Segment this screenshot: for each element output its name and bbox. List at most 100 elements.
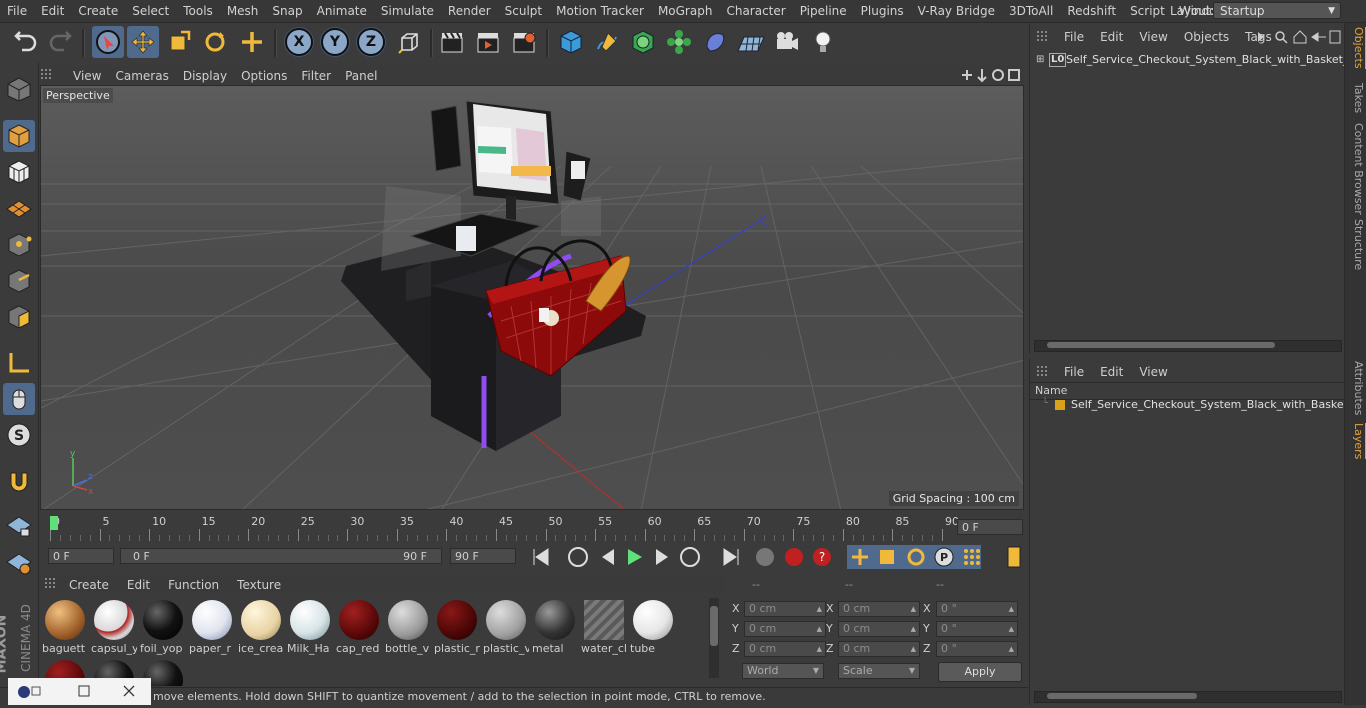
menu-item-8[interactable]: Simulate xyxy=(374,0,441,22)
material-menu-item-0[interactable]: Create xyxy=(60,578,118,592)
object-menu-item-0[interactable]: File xyxy=(1056,30,1092,44)
viewport-menu-item-3[interactable]: Options xyxy=(234,69,294,83)
playhead-marker[interactable] xyxy=(50,516,58,530)
stepper-icon[interactable]: ▲ xyxy=(911,602,916,616)
object-menu-item-3[interactable]: Objects xyxy=(1176,30,1237,44)
model-mode-button[interactable] xyxy=(3,120,35,152)
menu-item-11[interactable]: Motion Tracker xyxy=(549,0,651,22)
snap-magnet-button[interactable] xyxy=(3,466,35,498)
coord-field[interactable]: 0 cm ▲ xyxy=(838,621,920,637)
texture-mode-button[interactable] xyxy=(3,156,35,188)
stepper-icon[interactable]: ▲ xyxy=(1009,622,1014,636)
material-swatch[interactable]: foil_yop xyxy=(140,598,186,656)
menu-item-17[interactable]: 3DToAll xyxy=(1002,0,1060,22)
camera-button[interactable] xyxy=(771,26,803,58)
polygons-mode-button[interactable] xyxy=(3,301,35,333)
menu-item-9[interactable]: Render xyxy=(441,0,498,22)
stepper-icon[interactable]: ▲ xyxy=(1009,642,1014,656)
floor-button[interactable] xyxy=(735,26,767,58)
timeline-ruler[interactable]: 051015202530354045505560657075808590 0 F xyxy=(40,513,1024,541)
layer-color-swatch[interactable] xyxy=(1055,400,1065,410)
material-menu-item-2[interactable]: Function xyxy=(159,578,228,592)
material-swatch[interactable]: baguett xyxy=(42,598,88,656)
object-row[interactable]: ⊞ L0 Self_Service_Checkout_System_Black_… xyxy=(1034,53,1344,69)
side-tab-1[interactable]: Takes xyxy=(1347,83,1365,113)
side-tab-2[interactable]: Content Browser xyxy=(1347,123,1365,215)
menu-item-3[interactable]: Select xyxy=(125,0,176,22)
menu-item-1[interactable]: Edit xyxy=(34,0,71,22)
coord-field[interactable]: 0 cm ▲ xyxy=(744,601,826,617)
layer-menu-item-2[interactable]: View xyxy=(1131,365,1175,379)
viewport-menu-item-5[interactable]: Panel xyxy=(338,69,384,83)
menu-item-14[interactable]: Pipeline xyxy=(793,0,854,22)
stepper-icon[interactable]: ▲ xyxy=(911,622,916,636)
menu-item-0[interactable]: File xyxy=(0,0,34,22)
expand-icon[interactable]: ⊞ xyxy=(1036,54,1044,65)
object-menu-item-1[interactable]: Edit xyxy=(1092,30,1131,44)
move-tool-button[interactable] xyxy=(127,26,159,58)
live-selection-button[interactable] xyxy=(92,26,124,58)
viewport-menu-item-1[interactable]: Cameras xyxy=(108,69,175,83)
menu-item-16[interactable]: V-Ray Bridge xyxy=(911,0,1002,22)
stepper-icon[interactable]: ▲ xyxy=(817,642,822,656)
tweak-mode-button[interactable] xyxy=(3,383,35,415)
cloner-button[interactable] xyxy=(663,26,695,58)
undo-button[interactable] xyxy=(10,26,42,58)
menu-item-18[interactable]: Redshift xyxy=(1060,0,1123,22)
coordinate-system-button[interactable] xyxy=(393,26,425,58)
material-swatch[interactable]: plastic_r xyxy=(434,598,480,656)
coord-field[interactable]: 0 ° ▲ xyxy=(936,601,1018,617)
stepper-icon[interactable]: ▲ xyxy=(817,602,822,616)
material-swatch[interactable]: water_cl xyxy=(581,598,627,656)
coord-field[interactable]: 0 cm ▲ xyxy=(838,601,920,617)
menu-item-15[interactable]: Plugins xyxy=(854,0,911,22)
side-tab-3[interactable]: Structure xyxy=(1347,219,1365,270)
material-swatch[interactable]: Milk_Ha xyxy=(287,598,333,656)
cube-primitive-button[interactable] xyxy=(555,26,587,58)
viewport-menu-item-2[interactable]: Display xyxy=(176,69,234,83)
apply-button[interactable]: Apply xyxy=(938,662,1022,682)
viewport-menu-item-4[interactable]: Filter xyxy=(294,69,338,83)
snap-mode-button[interactable]: S xyxy=(3,419,35,451)
start-frame-field[interactable]: 0 F xyxy=(48,548,114,564)
stepper-icon[interactable]: ▲ xyxy=(1009,602,1014,616)
menu-item-7[interactable]: Animate xyxy=(310,0,374,22)
material-menu-item-3[interactable]: Texture xyxy=(228,578,290,592)
layout-dropdown[interactable]: Startup ▼ xyxy=(1213,2,1341,19)
menu-item-12[interactable]: MoGraph xyxy=(651,0,720,22)
workplane-mode-button[interactable] xyxy=(3,192,35,224)
menu-item-19[interactable]: Script xyxy=(1123,0,1172,22)
render-picture-viewer-button[interactable] xyxy=(472,26,504,58)
render-settings-button[interactable] xyxy=(508,26,540,58)
material-swatch[interactable]: bottle_v xyxy=(385,598,431,656)
rotate-tool-button[interactable] xyxy=(199,26,231,58)
coord-field[interactable]: 0 cm ▲ xyxy=(838,641,920,657)
enable-axis-button[interactable] xyxy=(3,347,35,379)
layer-menu-item-1[interactable]: Edit xyxy=(1092,365,1131,379)
layer-menu-item-0[interactable]: File xyxy=(1056,365,1092,379)
menu-item-5[interactable]: Mesh xyxy=(220,0,266,22)
z-axis-lock-button[interactable]: Z xyxy=(356,27,386,57)
frame-range-slider[interactable]: 0 F 90 F xyxy=(120,548,442,564)
coord-field[interactable]: 0 ° ▲ xyxy=(936,641,1018,657)
x-axis-lock-button[interactable]: X xyxy=(284,27,314,57)
side-tab-5[interactable]: Layers xyxy=(1347,423,1366,460)
make-editable-button[interactable] xyxy=(3,73,35,105)
recent-tool-button[interactable] xyxy=(236,26,268,58)
edges-mode-button[interactable] xyxy=(3,265,35,297)
viewport-menu-item-0[interactable]: View xyxy=(66,69,108,83)
workplane-settings-button[interactable] xyxy=(3,547,35,579)
side-tab-0[interactable]: Objects xyxy=(1347,27,1366,69)
y-axis-lock-button[interactable]: Y xyxy=(320,27,350,57)
light-button[interactable] xyxy=(807,26,839,58)
menu-item-10[interactable]: Sculpt xyxy=(498,0,549,22)
coord-field[interactable]: 0 ° ▲ xyxy=(936,621,1018,637)
object-h-scrollbar[interactable] xyxy=(1034,340,1342,352)
coordinate-mode-dropdown[interactable]: World ▼ xyxy=(742,663,824,679)
material-swatch[interactable]: plastic_v xyxy=(483,598,529,656)
stepper-icon[interactable]: ▲ xyxy=(911,642,916,656)
layer-row[interactable]: └ Self_Service_Checkout_System_Black_wit… xyxy=(1030,398,1344,414)
redo-button[interactable] xyxy=(44,26,76,58)
spline-pen-button[interactable] xyxy=(591,26,623,58)
deformer-button[interactable] xyxy=(699,26,731,58)
